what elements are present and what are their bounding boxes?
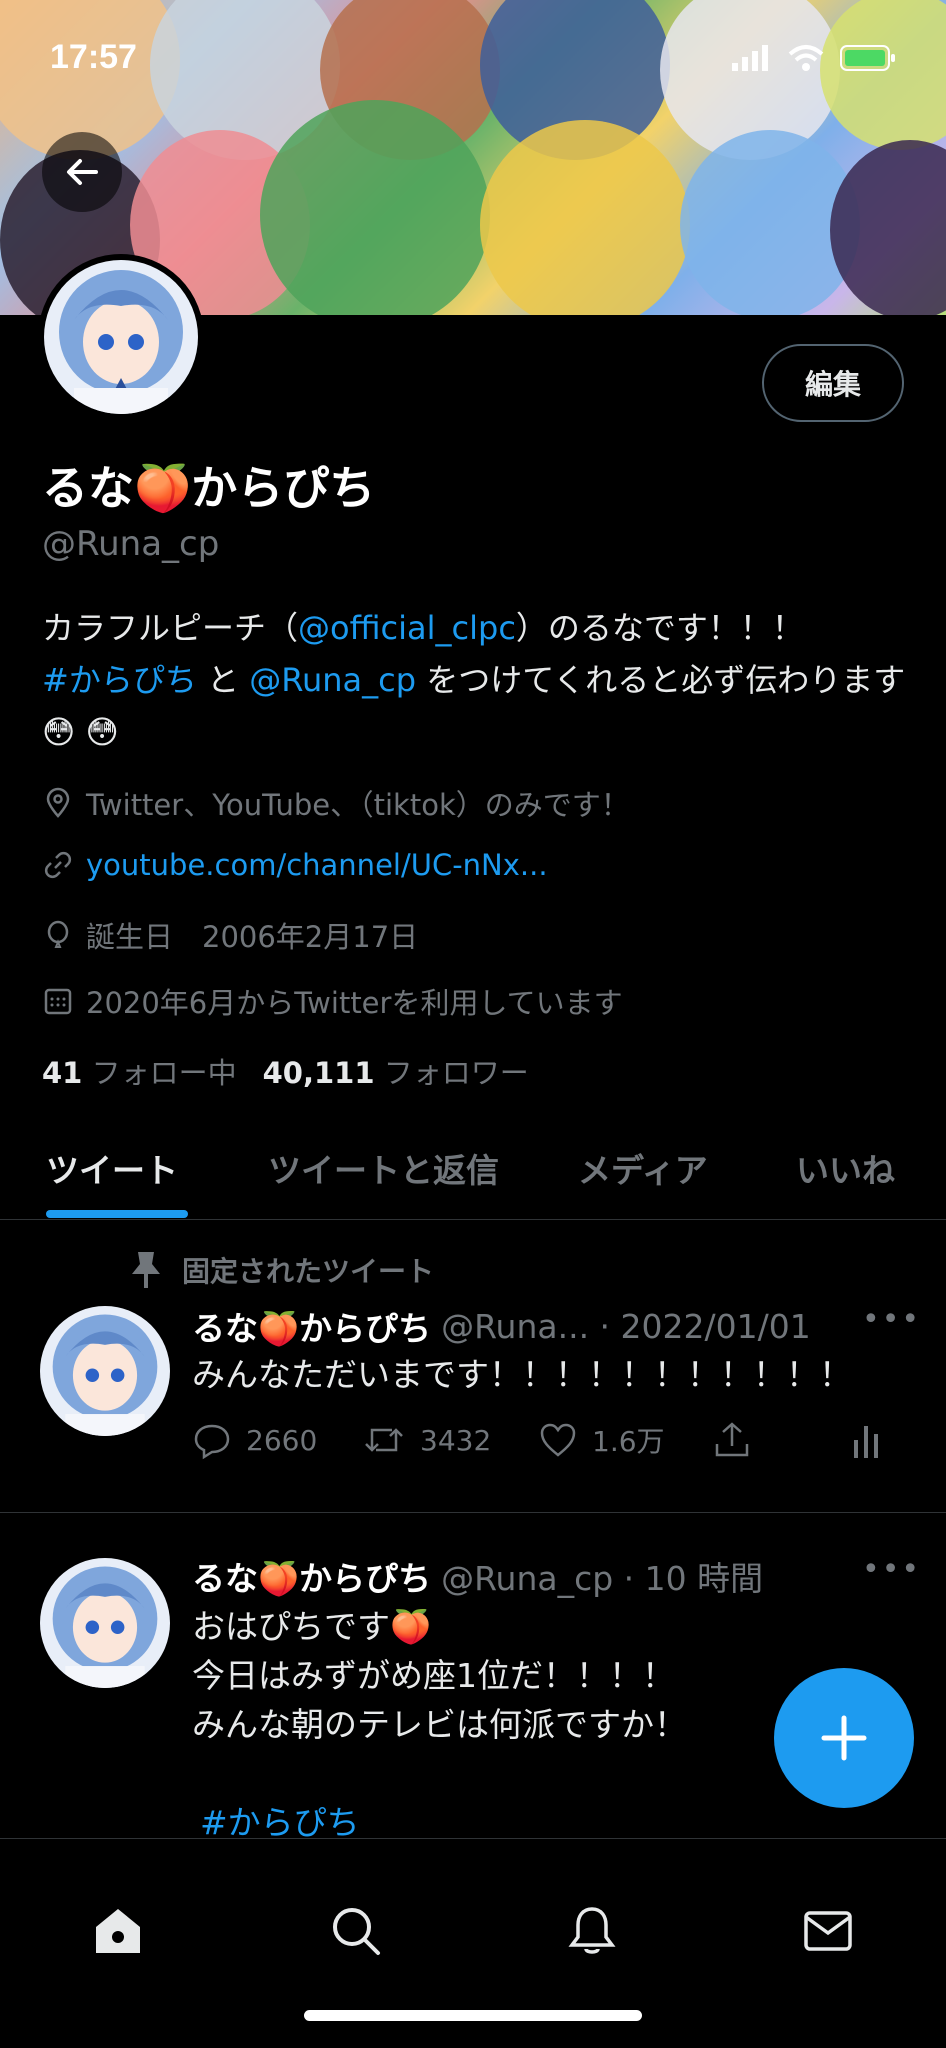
share-icon — [715, 1422, 749, 1457]
tweet-more-button[interactable]: ••• — [862, 1302, 921, 1337]
home-indicator — [304, 2010, 642, 2021]
profile-tabs: ツイート ツイートと返信 メディア いいね — [0, 1118, 946, 1220]
nav-home[interactable] — [88, 1901, 148, 1961]
pinned-label: 固定されたツイート — [128, 1250, 434, 1290]
balloon-icon — [47, 920, 69, 948]
bell-icon — [568, 1907, 616, 1954]
analytics-icon — [854, 1426, 878, 1458]
followers-link[interactable]: 40,111 フォロワー — [263, 1050, 529, 1092]
heart-icon — [540, 1423, 576, 1457]
pin-icon — [132, 1252, 160, 1288]
retweet-icon — [365, 1428, 403, 1452]
tweet-actions: 2660 3432 1.6万 — [192, 1420, 892, 1470]
bio-hashtag[interactable]: #からぴち — [42, 661, 197, 699]
tab-likes[interactable]: いいね — [796, 1144, 895, 1192]
reply-button[interactable]: 2660 — [192, 1420, 317, 1460]
profile-url[interactable]: youtube.com/channel/UC-nNx... — [86, 848, 548, 882]
signal-icon — [732, 45, 768, 71]
mail-icon — [804, 1911, 852, 1951]
profile-joined: 2020年6月からTwitterを利用しています — [42, 980, 623, 1022]
tweet-author-name[interactable]: るな🍑からぴち — [192, 1552, 431, 1600]
profile-bio: カラフルピーチ（@official_clpc）のるなです！！！ #からぴち と … — [42, 609, 906, 751]
tweet-header: るな🍑からぴち @Runa... · 2022/01/01 — [192, 1302, 811, 1350]
reply-icon — [194, 1424, 230, 1460]
tweet-avatar[interactable] — [40, 1558, 170, 1688]
link-icon — [44, 851, 72, 879]
back-button[interactable] — [42, 132, 122, 212]
search-icon — [333, 1908, 380, 1955]
tweet-author-name[interactable]: るな🍑からぴち — [192, 1302, 431, 1350]
bio-mention-self[interactable]: @Runa_cp — [249, 661, 416, 699]
nav-notifications[interactable] — [562, 1901, 622, 1961]
calendar-icon — [44, 988, 72, 1015]
home-icon — [96, 1909, 140, 1953]
retweet-button[interactable]: 3432 — [362, 1420, 491, 1460]
bio-mention-official[interactable]: @official_clpc — [298, 609, 516, 647]
profile-birthday: 誕生日 2006年2月17日 — [42, 914, 418, 956]
tab-tweets[interactable]: ツイート — [46, 1144, 178, 1192]
status-time: 17:57 — [50, 38, 137, 76]
following-link[interactable]: 41 フォロー中 — [42, 1050, 237, 1092]
analytics-button[interactable] — [848, 1420, 884, 1460]
tweet-text: みんなただいまです！！！！！！！！！！！ — [192, 1355, 852, 1394]
like-button[interactable]: 1.6万 — [538, 1420, 665, 1460]
tweet-handle-time: @Runa... · 2022/01/01 — [441, 1306, 811, 1346]
arrow-left-icon — [67, 159, 98, 185]
status-icons — [732, 44, 896, 72]
nav-messages[interactable] — [798, 1901, 858, 1961]
profile-name: るな🍑からぴち — [42, 461, 376, 515]
nav-search[interactable] — [326, 1901, 386, 1961]
edit-profile-button[interactable]: 編集 — [762, 344, 904, 422]
profile-avatar[interactable] — [38, 254, 204, 420]
tab-media[interactable]: メディア — [578, 1144, 708, 1192]
profile-location: Twitter、YouTube、（tiktok）のみです！ — [42, 782, 630, 824]
tweet-more-button[interactable]: ••• — [862, 1552, 921, 1587]
tab-active-indicator — [46, 1210, 188, 1218]
battery-icon — [840, 45, 895, 71]
location-pin-icon — [46, 787, 70, 818]
share-button[interactable] — [712, 1420, 752, 1460]
tweet-avatar[interactable] — [40, 1306, 170, 1436]
tweet-handle-time: @Runa_cp · 10 時間 — [441, 1559, 764, 1598]
wifi-icon — [788, 45, 824, 71]
compose-tweet-button[interactable] — [774, 1668, 914, 1808]
plus-icon — [821, 1715, 867, 1761]
tweet-divider — [0, 1512, 946, 1513]
profile-handle: @Runa_cp — [42, 524, 220, 564]
profile-link-row[interactable]: youtube.com/channel/UC-nNx... — [42, 848, 548, 882]
tab-tweets-replies[interactable]: ツイートと返信 — [268, 1144, 499, 1192]
follow-stats: 41 フォロー中 40,111 フォロワー — [42, 1050, 529, 1092]
tweet-header: るな🍑からぴち @Runa_cp · 10 時間 — [192, 1552, 763, 1600]
